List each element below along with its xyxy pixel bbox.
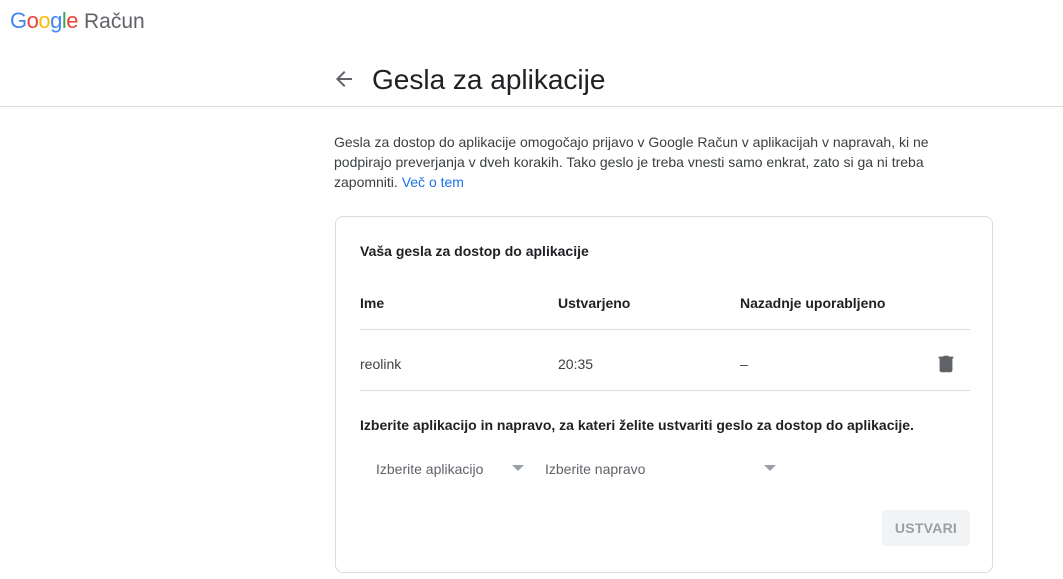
page-description: Gesla za dostop do aplikacije omogočajo … [334,132,959,192]
column-header-name: Ime [360,295,385,311]
trash-icon[interactable] [935,353,957,375]
row-created: 20:35 [558,356,594,372]
google-account-logo[interactable]: Google Račun [10,8,145,36]
back-arrow-icon[interactable] [332,67,356,91]
logo-letter: o [38,8,51,33]
page-title: Gesla za aplikacije [372,64,606,95]
logo-letter: G [10,8,27,33]
table-header-divider [360,329,970,330]
select-app-dropdown[interactable]: Izberite aplikacijo [376,461,483,477]
column-header-created: Ustvarjeno [558,295,631,311]
app-passwords-card: Vaša gesla za dostop do aplikacije Ime U… [335,216,993,573]
logo-letter: o [26,8,39,33]
product-name: Račun [84,10,145,33]
card-title: Vaša gesla za dostop do aplikacije [360,243,589,259]
select-device-dropdown[interactable]: Izberite napravo [545,461,645,477]
select-device-chevron-icon[interactable] [764,465,776,471]
learn-more-link[interactable]: Več o tem [402,174,464,190]
row-last-used: – [740,356,748,372]
header-divider [0,106,1063,107]
create-button[interactable]: USTVARI [882,510,970,546]
logo-letter: g [50,8,62,33]
column-header-last-used: Nazadnje uporabljeno [740,295,886,311]
select-app-chevron-icon[interactable] [512,465,524,471]
table-row-divider [360,390,970,391]
logo-letter: e [66,8,79,33]
row-name: reolink [360,356,402,372]
google-wordmark: Google [10,8,79,34]
create-password-title: Izberite aplikacijo in napravo, za kater… [360,417,914,433]
